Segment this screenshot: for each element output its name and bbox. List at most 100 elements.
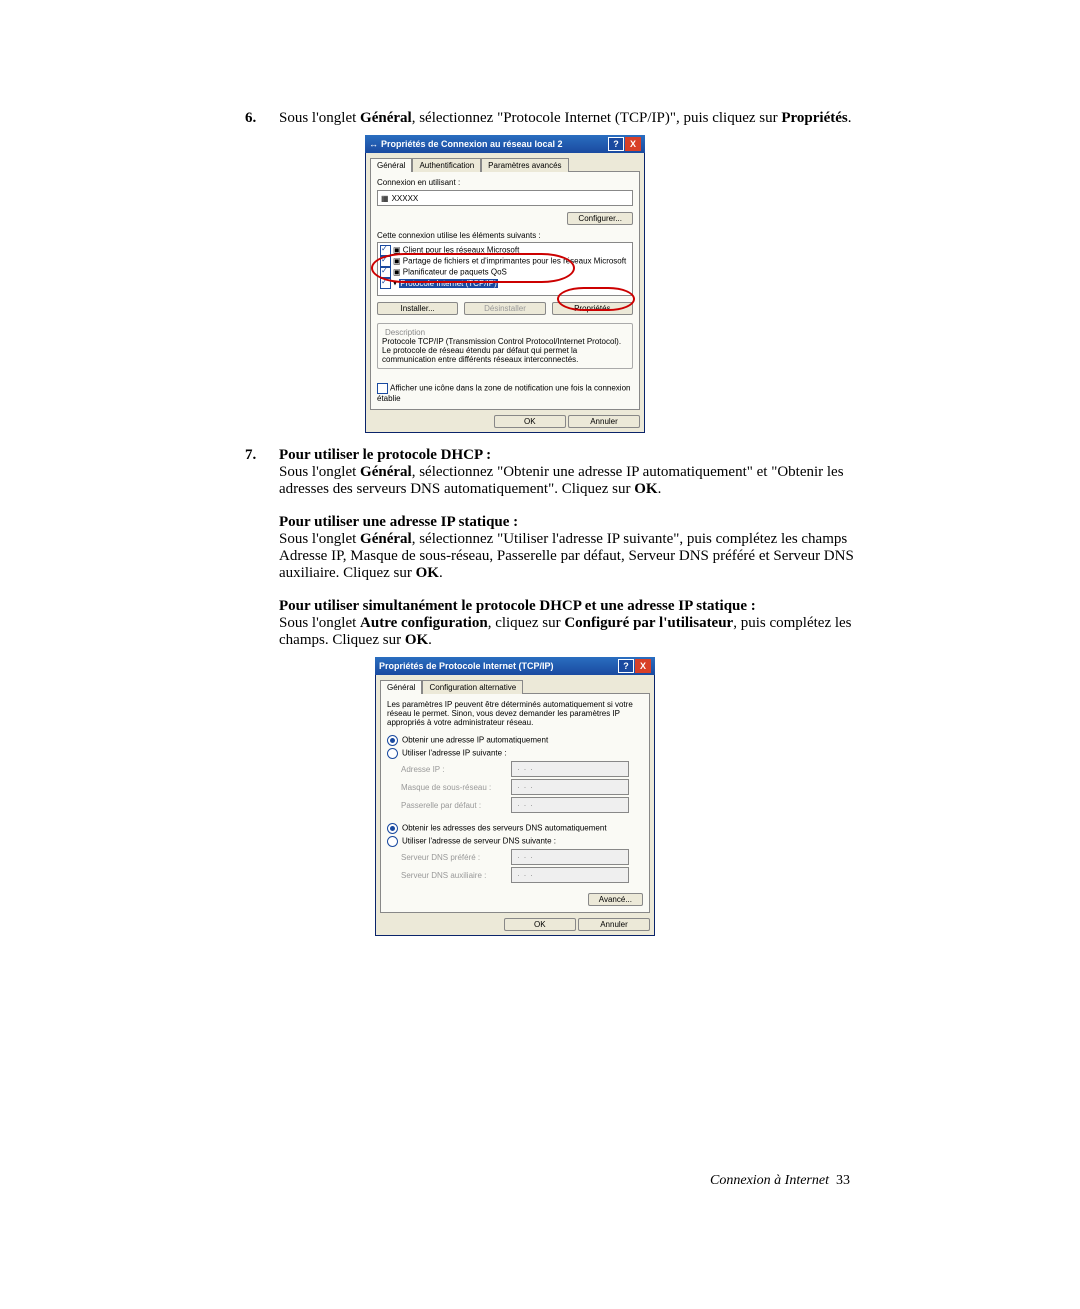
radio-ip-auto[interactable] (387, 735, 398, 746)
tab-auth[interactable]: Authentification (412, 158, 481, 172)
intro-text: Les paramètres IP peuvent être déterminé… (387, 700, 643, 727)
mask-label: Masque de sous-réseau : (401, 783, 511, 792)
share-icon: ▣ (393, 257, 401, 266)
radio-ip-manual[interactable] (387, 748, 398, 759)
configure-button[interactable]: Configurer... (567, 212, 633, 225)
titlebar: ↔ Propriétés de Connexion au réseau loca… (365, 135, 645, 153)
radio-dns-manual[interactable] (387, 836, 398, 847)
item-label: Planificateur de paquets QoS (403, 268, 507, 277)
para-static: Sous l'onglet Général, sélectionnez "Uti… (279, 531, 865, 582)
tab-strip: Général Authentification Paramètres avan… (370, 157, 640, 171)
item-label: Protocole Internet (TCP/IP) (399, 279, 497, 288)
heading-dhcp: Pour utiliser le protocole DHCP : (279, 447, 865, 464)
bold: Autre configuration (360, 615, 488, 631)
item-label: Partage de fichiers et d'imprimantes pou… (403, 257, 626, 266)
list-item[interactable]: ▣ Client pour les réseaux Microsoft (380, 245, 630, 256)
dialog-lan-properties: ↔ Propriétés de Connexion au réseau loca… (365, 135, 645, 433)
tab-general[interactable]: Général (380, 680, 422, 694)
titlebar-buttons: ? X (608, 137, 641, 151)
nic-icon: ▦ (381, 194, 389, 203)
titlebar: Propriétés de Protocole Internet (TCP/IP… (375, 657, 655, 675)
bold: Général (360, 464, 412, 480)
install-button[interactable]: Installer... (377, 302, 458, 315)
page-footer: Connexion à Internet 33 (710, 1173, 850, 1189)
close-button[interactable]: X (635, 659, 651, 673)
mask-field[interactable]: . . . (511, 779, 629, 795)
client-icon: ▣ (393, 246, 401, 255)
notify-checkbox[interactable] (377, 383, 388, 394)
components-list[interactable]: ▣ Client pour les réseaux Microsoft ▣ Pa… (377, 242, 633, 296)
text: Sous l'onglet (279, 531, 360, 547)
para-dhcp: Sous l'onglet Général, sélectionnez "Obt… (279, 464, 865, 498)
ok-button[interactable]: OK (494, 415, 566, 428)
radio-dns-auto-label: Obtenir les adresses des serveurs DNS au… (402, 824, 607, 833)
tab-panel: Les paramètres IP peuvent être déterminé… (380, 693, 650, 913)
list-item[interactable]: ▣ Partage de fichiers et d'imprimantes p… (380, 256, 630, 267)
tab-general[interactable]: Général (370, 158, 412, 172)
cancel-button[interactable]: Annuler (578, 918, 650, 931)
help-icon: ? (623, 661, 629, 671)
text: . (439, 565, 443, 581)
item-label: Client pour les réseaux Microsoft (403, 246, 520, 255)
advanced-button[interactable]: Avancé... (588, 893, 643, 906)
ip-field[interactable]: . . . (511, 761, 629, 777)
list-item[interactable]: ▣ Planificateur de paquets QoS (380, 267, 630, 278)
bold: Général (360, 110, 412, 126)
ok-button[interactable]: OK (504, 918, 576, 931)
bold: OK (416, 565, 439, 581)
text: . (848, 110, 852, 126)
cancel-button[interactable]: Annuler (568, 415, 640, 428)
heading-both: Pour utiliser simultanément le protocole… (279, 598, 865, 615)
close-icon: X (640, 661, 646, 671)
uses-label: Cette connexion utilise les éléments sui… (377, 231, 633, 240)
text: Sous l'onglet (279, 615, 360, 631)
text: Sous l'onglet (279, 110, 360, 126)
adapter-name: XXXXX (392, 194, 419, 203)
text: Sous l'onglet (279, 464, 360, 480)
uninstall-button[interactable]: Désinstaller (464, 302, 545, 315)
connect-using-label: Connexion en utilisant : (377, 178, 633, 187)
dns1-field[interactable]: . . . (511, 849, 629, 865)
list-item[interactable]: ▾ Protocole Internet (TCP/IP) (380, 278, 630, 289)
notify-label: Afficher une icône dans la zone de notif… (377, 384, 630, 403)
properties-button[interactable]: Propriétés (552, 302, 633, 315)
radio-ip-manual-label: Utiliser l'adresse IP suivante : (402, 749, 507, 758)
step-7-number: 7. (245, 447, 279, 649)
bold: OK (405, 632, 428, 648)
title: Propriétés de Connexion au réseau local … (381, 139, 563, 149)
description-title: Description (382, 328, 428, 337)
step-6-body: Sous l'onglet Général, sélectionnez "Pro… (279, 110, 865, 127)
help-button[interactable]: ? (608, 137, 624, 151)
gw-label: Passerelle par défaut : (401, 801, 511, 810)
tab-alt-config[interactable]: Configuration alternative (422, 680, 523, 694)
dialog-body: Général Configuration alternative Les pa… (375, 675, 655, 936)
network-icon: ↔ (369, 139, 378, 149)
text: . (658, 481, 662, 497)
qos-icon: ▣ (393, 268, 401, 277)
tab-panel: Connexion en utilisant : ▦ XXXXX Configu… (370, 171, 640, 410)
dialog-tcpip-properties: Propriétés de Protocole Internet (TCP/IP… (375, 657, 655, 936)
description-text: Protocole TCP/IP (Transmission Control P… (382, 337, 628, 364)
bold: Configuré par l'utilisateur (564, 615, 733, 631)
checkbox[interactable] (380, 278, 391, 289)
radio-ip-auto-label: Obtenir une adresse IP automatiquement (402, 736, 548, 745)
title: Propriétés de Protocole Internet (TCP/IP… (379, 661, 554, 671)
para-both: Sous l'onglet Autre configuration, cliqu… (279, 615, 865, 649)
close-button[interactable]: X (625, 137, 641, 151)
radio-dns-auto[interactable] (387, 823, 398, 834)
tab-advanced[interactable]: Paramètres avancés (481, 158, 568, 172)
footer-title: Connexion à Internet (710, 1173, 829, 1188)
page: 6. Sous l'onglet Général, sélectionnez "… (0, 0, 1080, 1309)
adapter-field: ▦ XXXXX (377, 190, 633, 206)
gw-field[interactable]: . . . (511, 797, 629, 813)
text: . (428, 632, 432, 648)
content-column: 6. Sous l'onglet Général, sélectionnez "… (245, 110, 865, 936)
dns1-label: Serveur DNS préféré : (401, 853, 511, 862)
dns2-field[interactable]: . . . (511, 867, 629, 883)
heading-static: Pour utiliser une adresse IP statique : (279, 514, 865, 531)
help-button[interactable]: ? (618, 659, 634, 673)
radio-dns-manual-label: Utiliser l'adresse de serveur DNS suivan… (402, 837, 556, 846)
dns2-label: Serveur DNS auxiliaire : (401, 871, 511, 880)
step-6-number: 6. (245, 110, 279, 127)
dialog-body: Général Authentification Paramètres avan… (365, 153, 645, 433)
